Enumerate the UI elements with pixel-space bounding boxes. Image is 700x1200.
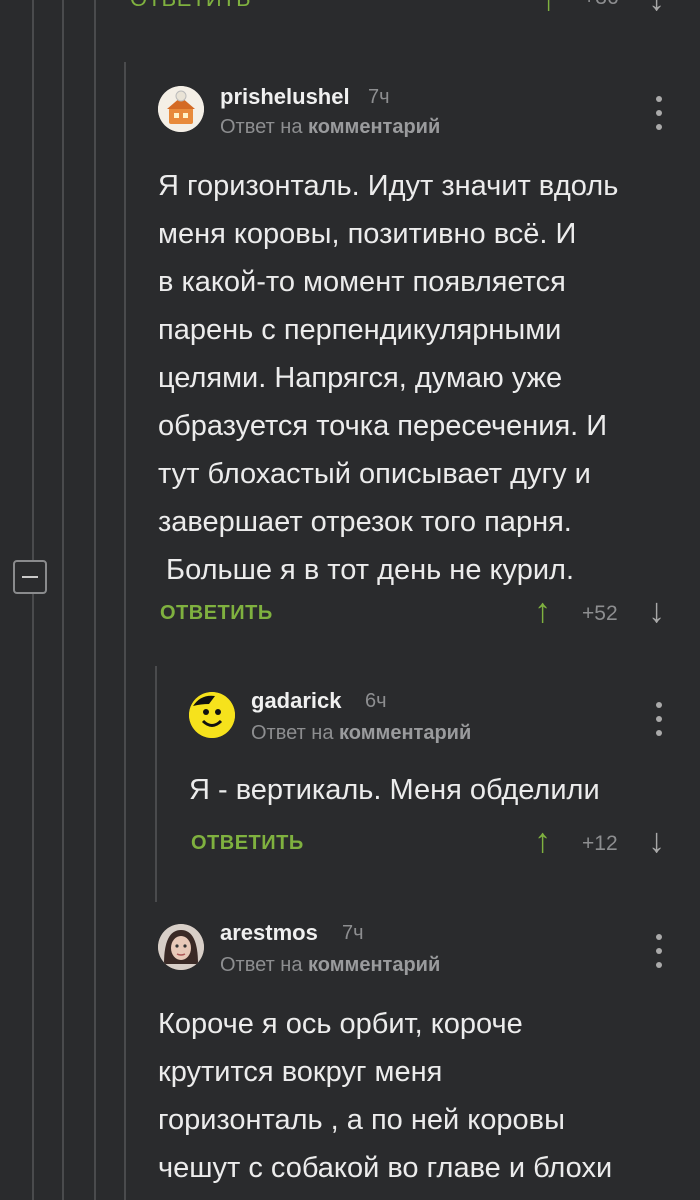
comment-line: меня коровы, позитивно всё. И [158,218,577,250]
comment: arestmos 7ч Ответ на комментарий Короче … [158,920,700,1200]
score-count: +52 [582,602,618,625]
reply-to-link[interactable]: комментарий [339,722,471,744]
avatar[interactable] [158,924,204,970]
downvote-icon[interactable]: ↓ [648,0,665,19]
reply-to-label: Ответ на комментарий [220,954,440,977]
reply-to-label: Ответ на комментарий [220,116,440,139]
comment-time: 7ч [368,86,390,108]
comment-text: Короче я ось орбит, короче крутится вокр… [158,1000,612,1192]
collapse-thread-button[interactable] [13,560,47,594]
yellow-smiley-avatar-icon [189,692,235,738]
avatar[interactable] [189,692,235,738]
thread-line [94,0,96,1200]
comment-line: Больше я в тот день не курил. [158,554,574,586]
reply-to-link[interactable]: комментарий [308,954,440,976]
comment-line: горизонталь , а по ней коровы [158,1104,565,1136]
upvote-icon[interactable]: ↑ [540,0,557,19]
more-options-icon[interactable] [654,702,664,736]
thread-line [155,666,157,902]
reply-to-prefix: Ответ на [251,722,334,744]
comment-line: тут блохастый описывает дугу и [158,458,591,490]
comment-text: Я - вертикаль. Меня обделили [189,766,600,814]
avatar[interactable] [158,86,204,132]
more-options-icon[interactable] [654,934,664,968]
cartoon-house-avatar-icon [158,86,204,132]
previous-comment-actions: ОТВЕТИТЬ ↑ +36 ↓ [128,0,700,20]
score-count: +12 [582,832,618,855]
comment-actions: ОТВЕТИТЬ ↑ +52 ↓ [160,592,680,634]
downvote-icon[interactable]: ↓ [648,822,665,861]
more-options-icon[interactable] [654,96,664,130]
comment-line: крутится вокруг меня [158,1056,443,1088]
comment-line: образуется точка пересечения. И [158,410,608,442]
comment: gadarick 6ч Ответ на комментарий Я - вер… [189,688,700,878]
comment-line: Я горизонталь. Идут значит вдоль [158,170,619,202]
comment-line: целями. Напрягся, думаю уже [158,362,563,394]
reply-to-prefix: Ответ на [220,116,303,138]
comment-text: Я горизонталь. Идут значит вдоль меня ко… [158,162,618,594]
reply-to-link[interactable]: комментарий [308,116,440,138]
reply-button[interactable]: ОТВЕТИТЬ [130,0,251,12]
comment-line: чешут с собакой во главе и блохи [158,1152,613,1184]
upvote-icon[interactable]: ↑ [534,822,551,861]
reply-to-label: Ответ на комментарий [251,722,471,745]
comment-time: 6ч [365,690,387,712]
comment-time: 7ч [342,922,364,944]
score-count: +36 [583,0,619,10]
thread-line [62,0,64,1200]
comment-actions: ОТВЕТИТЬ ↑ +12 ↓ [191,822,681,864]
comment-line: завершает отрезок того парня. [158,506,572,538]
reply-to-prefix: Ответ на [220,954,303,976]
minus-icon [22,576,38,578]
comment-line: в какой-то момент появляется [158,266,566,298]
comment: prishelushel 7ч Ответ на комментарий Я г… [158,84,700,644]
reply-button[interactable]: ОТВЕТИТЬ [191,832,304,855]
username[interactable]: arestmos [220,920,318,946]
photo-avatar-icon [158,924,204,970]
username[interactable]: prishelushel [220,84,350,110]
thread-line [32,0,34,1200]
comment-line: парень с перпендикулярными [158,314,562,346]
thread-line [124,62,126,1200]
username[interactable]: gadarick [251,688,342,714]
upvote-icon[interactable]: ↑ [534,592,551,631]
downvote-icon[interactable]: ↓ [648,592,665,631]
comment-line: Я - вертикаль. Меня обделили [189,774,600,806]
reply-button[interactable]: ОТВЕТИТЬ [160,602,273,625]
comment-line: Короче я ось орбит, короче [158,1008,523,1040]
